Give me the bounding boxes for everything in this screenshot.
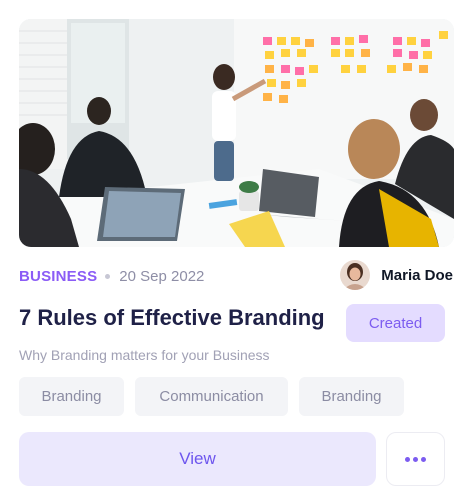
tag[interactable]: Communication <box>135 377 288 416</box>
separator-dot <box>105 273 111 279</box>
avatar <box>340 260 371 290</box>
more-options-button[interactable] <box>386 432 445 486</box>
author-name: Maria Doe <box>381 266 453 284</box>
more-horizontal-icon <box>405 456 426 462</box>
tag[interactable]: Branding <box>299 377 404 416</box>
article-image[interactable] <box>19 19 454 247</box>
article-title[interactable]: 7 Rules of Effective Branding <box>19 305 339 331</box>
status-badge: Created <box>346 304 445 342</box>
article-card: BUSINESS 20 Sep 2022 Maria Doe 7 Rules o… <box>0 0 472 500</box>
avatar-photo <box>340 260 371 290</box>
tag[interactable]: Branding <box>19 377 124 416</box>
category-label[interactable]: BUSINESS <box>19 268 97 285</box>
article-subtitle: Why Branding matters for your Business <box>19 347 270 363</box>
publish-date: 20 Sep 2022 <box>119 267 205 285</box>
article-photo <box>19 19 454 247</box>
tag-list: Branding Communication Branding <box>19 377 404 416</box>
view-button[interactable]: View <box>19 432 376 486</box>
article-meta: BUSINESS 20 Sep 2022 <box>19 266 204 286</box>
author[interactable]: Maria Doe <box>340 259 453 291</box>
